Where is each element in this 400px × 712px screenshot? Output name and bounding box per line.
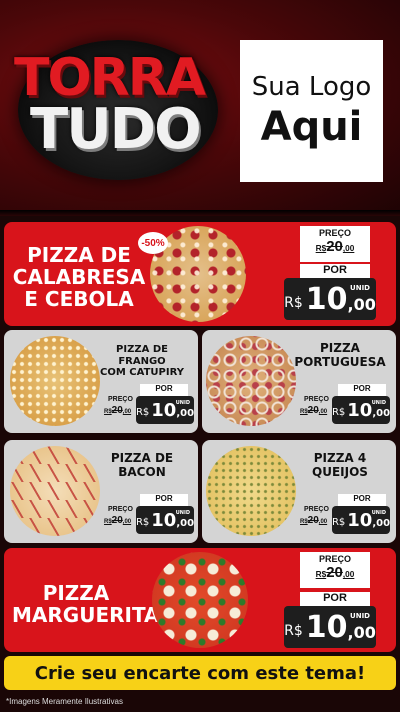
product-title: PIZZA DE BACON [94, 451, 190, 480]
product-title: PIZZA PORTUGUESA [292, 341, 388, 370]
product-title-line1: PIZZA DE [110, 451, 174, 465]
old-price: R$20,00 [300, 515, 328, 526]
old-price-box: PREÇO R$20,00 [300, 226, 370, 262]
product-card-portuguesa: PIZZA PORTUGUESA POR PREÇO R$20,00 R$ 10… [202, 330, 396, 433]
current-price: R$ 10 ,00 UNID [332, 506, 390, 534]
product-title-line1: PIZZA [42, 581, 110, 605]
current-price: R$ 10 ,00 UNID [332, 396, 390, 424]
product-title-line2: CALABRESA [12, 265, 146, 289]
old-price: R$20,00 [315, 564, 355, 581]
product-title: PIZZA 4 QUEIJOS [292, 451, 388, 480]
product-title-line1: PIZZA 4 [313, 451, 367, 465]
pizza-image [152, 552, 248, 648]
product-title: PIZZA DE FRANGO COM CATUPIRY [94, 344, 190, 379]
preco-label: PREÇO [304, 506, 329, 513]
product-title-line1: PIZZA DE FRANGO [116, 344, 168, 367]
pizza-image [10, 336, 100, 426]
current-price: R$ 10 ,00 UNID [136, 506, 194, 534]
current-price: R$ 10 ,00 UNID [136, 396, 194, 424]
preco-label: PREÇO [318, 228, 351, 238]
disclaimer-text: *Imagens Meramente Ilustrativas [6, 697, 123, 706]
product-title-line3: E CEBOLA [24, 287, 134, 311]
old-price-box: PREÇO R$20,00 [300, 552, 370, 588]
product-card-4-queijos: PIZZA 4 QUEIJOS POR PREÇO R$20,00 R$ 10 … [202, 440, 396, 543]
product-card-frango: PIZZA DE FRANGO COM CATUPIRY POR PREÇO R… [4, 330, 198, 433]
preco-label: PREÇO [304, 396, 329, 403]
por-label: POR [338, 494, 386, 506]
brand-tudo: TUDO [30, 97, 202, 162]
pizza-image [206, 336, 296, 426]
product-title-line2: BACON [118, 464, 166, 479]
product-title-line2: PORTUGUESA [294, 354, 386, 369]
product-title: PIZZA MARGUERITA [12, 581, 160, 627]
cta-banner[interactable]: Crie seu encarte com este tema! [4, 656, 396, 690]
product-title-line2: COM CATUPIRY [100, 367, 184, 378]
product-title: PIZZA DE CALABRESA E CEBOLA [12, 244, 146, 310]
old-price: R$20,00 [104, 515, 132, 526]
por-label: POR [338, 384, 386, 396]
logo-placeholder-line2: Aqui [260, 104, 363, 150]
old-price: R$20,00 [315, 238, 355, 255]
logo-placeholder: Sua Logo Aqui [240, 40, 383, 182]
por-label: POR [300, 264, 370, 278]
product-card-bacon: PIZZA DE BACON POR PREÇO R$20,00 R$ 10 ,… [4, 440, 198, 543]
preco-label: PREÇO [318, 554, 351, 564]
preco-label: PREÇO [108, 506, 133, 513]
por-label: POR [300, 592, 370, 606]
discount-badge: -50% [138, 232, 168, 254]
pizza-image [10, 446, 100, 536]
logo-placeholder-line1: Sua Logo [251, 72, 372, 102]
pizza-image [206, 446, 296, 536]
por-label: POR [140, 384, 188, 396]
current-price: R$ 10 ,00 UNID [284, 278, 376, 320]
old-price: R$20,00 [104, 405, 132, 416]
featured-card-marguerita: PIZZA MARGUERITA PREÇO R$20,00 POR R$ 10… [4, 548, 396, 652]
featured-card-calabresa: PIZZA DE CALABRESA E CEBOLA -50% PREÇO R… [4, 222, 396, 326]
preco-label: PREÇO [108, 396, 133, 403]
product-title-line2: QUEIJOS [312, 464, 368, 479]
header-banner: TORRA TUDO Sua Logo Aqui [0, 0, 400, 216]
product-title-line2: MARGUERITA [12, 603, 160, 627]
por-label: POR [140, 494, 188, 506]
product-title-line1: PIZZA DE [27, 243, 131, 267]
old-price: R$20,00 [300, 405, 328, 416]
product-title-line1: PIZZA [320, 341, 360, 355]
current-price: R$ 10 ,00 UNID [284, 606, 376, 648]
